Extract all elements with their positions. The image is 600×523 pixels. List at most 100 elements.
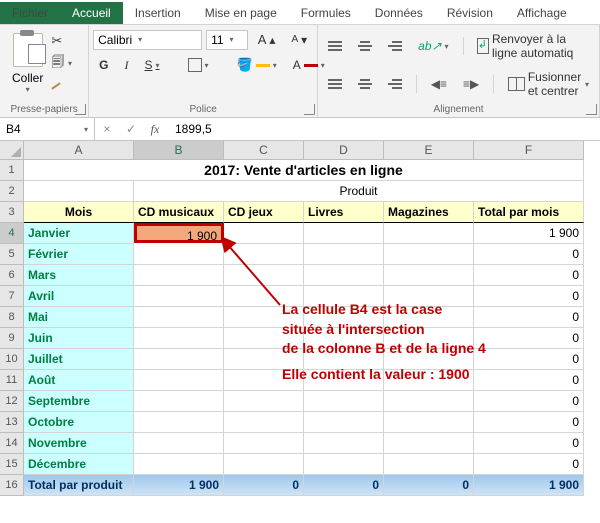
cell[interactable] bbox=[224, 223, 304, 244]
cell-total[interactable]: 0 bbox=[304, 475, 384, 496]
col-header-F[interactable]: F bbox=[474, 141, 584, 160]
row-header[interactable]: 15 bbox=[0, 454, 24, 475]
cell-month[interactable]: Mai bbox=[24, 307, 134, 328]
cell-header[interactable]: Mois bbox=[24, 202, 134, 223]
row-header[interactable]: 6 bbox=[0, 265, 24, 286]
tab-mise-en-page[interactable]: Mise en page bbox=[193, 2, 289, 24]
cell[interactable] bbox=[304, 391, 384, 412]
cell[interactable] bbox=[224, 244, 304, 265]
cell[interactable] bbox=[134, 349, 224, 370]
align-left-button[interactable] bbox=[322, 76, 348, 92]
col-header-A[interactable]: A bbox=[24, 141, 134, 160]
cell[interactable] bbox=[134, 391, 224, 412]
tab-formules[interactable]: Formules bbox=[289, 2, 363, 24]
cell[interactable]: 0 bbox=[474, 433, 584, 454]
font-size-combo[interactable]: 11▾ bbox=[206, 30, 248, 50]
cell[interactable] bbox=[304, 223, 384, 244]
cell-month[interactable]: Octobre bbox=[24, 412, 134, 433]
cell-month[interactable]: Janvier bbox=[24, 223, 134, 244]
cancel-formula-button[interactable]: × bbox=[95, 122, 119, 136]
cell[interactable] bbox=[304, 433, 384, 454]
row-header[interactable]: 13 bbox=[0, 412, 24, 433]
cell-subtitle[interactable]: Produit bbox=[134, 181, 584, 202]
tab-affichage[interactable]: Affichage bbox=[505, 2, 579, 24]
alignment-launcher[interactable] bbox=[586, 104, 597, 115]
cell[interactable] bbox=[24, 181, 134, 202]
cell[interactable] bbox=[134, 307, 224, 328]
cell-month[interactable]: Février bbox=[24, 244, 134, 265]
cell-header[interactable]: CD jeux bbox=[224, 202, 304, 223]
cell[interactable]: 0 bbox=[474, 454, 584, 475]
align-top-button[interactable] bbox=[322, 38, 348, 54]
enter-formula-button[interactable]: ✓ bbox=[119, 122, 143, 136]
merge-center-button[interactable]: Fusionner et centrer▾ bbox=[502, 67, 595, 101]
row-header[interactable]: 8 bbox=[0, 307, 24, 328]
cell[interactable]: 0 bbox=[474, 391, 584, 412]
row-header[interactable]: 16 bbox=[0, 475, 24, 496]
copy-button[interactable]: 🗐 ▾ bbox=[51, 53, 72, 75]
row-header[interactable]: 4 bbox=[0, 223, 24, 244]
cell[interactable] bbox=[134, 244, 224, 265]
cell-title[interactable]: 2017: Vente d'articles en ligne bbox=[24, 160, 584, 181]
cell-total[interactable]: 1 900 bbox=[134, 475, 224, 496]
cell[interactable] bbox=[384, 412, 474, 433]
cell[interactable] bbox=[224, 391, 304, 412]
align-center-button[interactable] bbox=[352, 76, 378, 92]
row-header[interactable]: 1 bbox=[0, 160, 24, 181]
cell[interactable] bbox=[224, 265, 304, 286]
tab-fichier[interactable]: Fichier bbox=[0, 2, 60, 24]
cell-month[interactable]: Juin bbox=[24, 328, 134, 349]
cell[interactable] bbox=[304, 412, 384, 433]
wrap-text-button[interactable]: Renvoyer à la ligne automatiq bbox=[471, 29, 595, 63]
formula-input[interactable]: 1899,5 bbox=[167, 122, 600, 136]
col-header-E[interactable]: E bbox=[384, 141, 474, 160]
cell-total[interactable]: 1 900 bbox=[474, 475, 584, 496]
cell[interactable] bbox=[134, 286, 224, 307]
italic-button[interactable]: I bbox=[118, 55, 134, 76]
cell[interactable] bbox=[224, 454, 304, 475]
fill-color-button[interactable]: 🪣▾ bbox=[231, 54, 283, 76]
cell-header[interactable]: Magazines bbox=[384, 202, 474, 223]
bold-button[interactable]: G bbox=[93, 55, 114, 75]
tab-accueil[interactable]: Accueil bbox=[60, 2, 123, 24]
cell-month[interactable]: Septembre bbox=[24, 391, 134, 412]
cell[interactable] bbox=[224, 433, 304, 454]
row-header[interactable]: 3 bbox=[0, 202, 24, 223]
cell[interactable] bbox=[384, 454, 474, 475]
align-middle-button[interactable] bbox=[352, 38, 378, 54]
align-right-button[interactable] bbox=[382, 76, 408, 92]
cell[interactable] bbox=[134, 454, 224, 475]
cell[interactable] bbox=[304, 265, 384, 286]
cell[interactable]: 0 bbox=[474, 307, 584, 328]
cell[interactable] bbox=[384, 244, 474, 265]
cell[interactable] bbox=[304, 454, 384, 475]
col-header-D[interactable]: D bbox=[304, 141, 384, 160]
cell-total-label[interactable]: Total par produit bbox=[24, 475, 134, 496]
cut-button[interactable]: ✂ bbox=[51, 33, 72, 49]
increase-indent-button[interactable]: ≡▶ bbox=[457, 74, 485, 94]
cell[interactable]: 0 bbox=[474, 244, 584, 265]
cell-header[interactable]: Livres bbox=[304, 202, 384, 223]
row-header[interactable]: 11 bbox=[0, 370, 24, 391]
borders-button[interactable]: ▾ bbox=[182, 55, 215, 75]
font-name-combo[interactable]: Calibri▾ bbox=[93, 30, 202, 50]
col-header-C[interactable]: C bbox=[224, 141, 304, 160]
cell[interactable] bbox=[304, 244, 384, 265]
cell[interactable]: 0 bbox=[474, 412, 584, 433]
paste-button[interactable]: Coller ▾ bbox=[4, 29, 51, 98]
cell-header[interactable]: Total par mois bbox=[474, 202, 584, 223]
cell-month[interactable]: Novembre bbox=[24, 433, 134, 454]
font-launcher[interactable] bbox=[304, 104, 315, 115]
cell[interactable]: 0 bbox=[474, 328, 584, 349]
row-header[interactable]: 5 bbox=[0, 244, 24, 265]
cell-month[interactable]: Août bbox=[24, 370, 134, 391]
cell[interactable] bbox=[384, 433, 474, 454]
row-header[interactable]: 14 bbox=[0, 433, 24, 454]
align-bottom-button[interactable] bbox=[382, 38, 408, 54]
clipboard-launcher[interactable] bbox=[75, 104, 86, 115]
tab-insertion[interactable]: Insertion bbox=[123, 2, 193, 24]
underline-button[interactable]: S▾ bbox=[138, 55, 165, 75]
cell-B4-active[interactable]: 1 900 bbox=[134, 223, 224, 243]
row-header[interactable]: 10 bbox=[0, 349, 24, 370]
cell[interactable] bbox=[384, 391, 474, 412]
